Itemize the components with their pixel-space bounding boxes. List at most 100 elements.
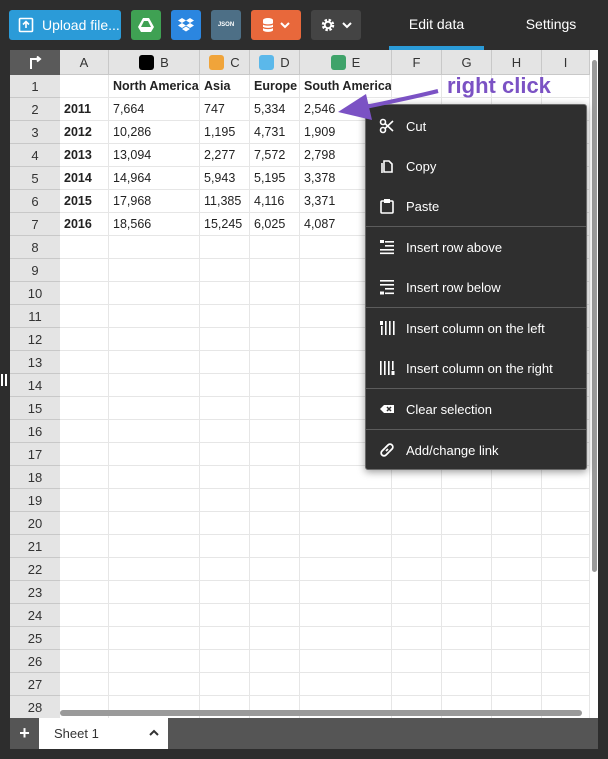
table-cell[interactable] xyxy=(300,673,392,696)
table-cell[interactable] xyxy=(300,604,392,627)
table-cell[interactable]: 11,385 xyxy=(200,190,250,213)
table-cell[interactable] xyxy=(109,604,200,627)
row-header[interactable]: 10 xyxy=(10,282,60,305)
table-cell[interactable] xyxy=(109,535,200,558)
table-cell[interactable] xyxy=(492,512,542,535)
table-cell[interactable] xyxy=(542,650,590,673)
table-cell[interactable] xyxy=(492,673,542,696)
table-cell[interactable]: 4,731 xyxy=(250,121,300,144)
table-cell[interactable] xyxy=(109,374,200,397)
table-cell[interactable] xyxy=(300,535,392,558)
table-cell[interactable] xyxy=(200,673,250,696)
table-cell[interactable] xyxy=(60,374,109,397)
table-cell[interactable] xyxy=(392,604,442,627)
table-cell[interactable] xyxy=(442,581,492,604)
menu-item-insert-column-right[interactable]: Insert column on the right xyxy=(366,350,586,386)
table-cell[interactable] xyxy=(60,397,109,420)
table-cell[interactable] xyxy=(200,581,250,604)
table-cell[interactable]: 2014 xyxy=(60,167,109,190)
column-header-b[interactable]: B xyxy=(109,50,200,75)
row-header[interactable]: 12 xyxy=(10,328,60,351)
table-cell[interactable] xyxy=(392,535,442,558)
row-header[interactable]: 5 xyxy=(10,167,60,190)
table-cell[interactable] xyxy=(60,259,109,282)
table-cell[interactable] xyxy=(200,282,250,305)
table-cell[interactable]: 2012 xyxy=(60,121,109,144)
table-cell[interactable] xyxy=(250,236,300,259)
row-header[interactable]: 14 xyxy=(10,374,60,397)
table-cell[interactable] xyxy=(109,627,200,650)
table-cell[interactable] xyxy=(60,75,109,98)
table-cell[interactable]: 18,566 xyxy=(109,213,200,236)
table-cell[interactable] xyxy=(200,489,250,512)
table-cell[interactable] xyxy=(542,581,590,604)
dropbox-button[interactable] xyxy=(171,10,201,40)
table-cell[interactable] xyxy=(60,650,109,673)
table-cell[interactable]: 5,334 xyxy=(250,98,300,121)
table-cell[interactable] xyxy=(492,581,542,604)
table-cell[interactable] xyxy=(200,650,250,673)
tab-edit-data[interactable]: Edit data xyxy=(389,0,484,50)
table-cell[interactable] xyxy=(250,328,300,351)
table-cell[interactable] xyxy=(200,259,250,282)
series-color-swatch[interactable] xyxy=(139,54,155,70)
table-cell[interactable] xyxy=(109,305,200,328)
tab-settings[interactable]: Settings xyxy=(503,0,599,48)
table-cell[interactable] xyxy=(109,420,200,443)
row-header[interactable]: 24 xyxy=(10,604,60,627)
table-cell[interactable] xyxy=(542,604,590,627)
table-cell[interactable] xyxy=(60,604,109,627)
table-cell[interactable] xyxy=(200,512,250,535)
table-cell[interactable] xyxy=(250,374,300,397)
row-header[interactable]: 8 xyxy=(10,236,60,259)
table-cell[interactable]: 10,286 xyxy=(109,121,200,144)
table-cell[interactable] xyxy=(60,351,109,374)
row-header[interactable]: 7 xyxy=(10,213,60,236)
row-header[interactable]: 1 xyxy=(10,75,60,98)
column-header-f[interactable]: F xyxy=(392,50,442,75)
menu-item-insert-row-above[interactable]: Insert row above xyxy=(366,229,586,265)
google-drive-button[interactable] xyxy=(131,10,161,40)
table-cell[interactable] xyxy=(250,650,300,673)
table-cell[interactable] xyxy=(250,466,300,489)
table-cell[interactable] xyxy=(200,558,250,581)
table-cell[interactable]: 13,094 xyxy=(109,144,200,167)
table-cell[interactable] xyxy=(109,259,200,282)
row-header[interactable]: 11 xyxy=(10,305,60,328)
table-cell[interactable] xyxy=(109,581,200,604)
row-header[interactable]: 16 xyxy=(10,420,60,443)
column-header-i[interactable]: I xyxy=(542,50,590,75)
table-cell[interactable] xyxy=(109,397,200,420)
table-cell[interactable] xyxy=(250,581,300,604)
row-header[interactable]: 13 xyxy=(10,351,60,374)
table-cell[interactable] xyxy=(250,604,300,627)
table-cell[interactable]: 5,195 xyxy=(250,167,300,190)
table-cell[interactable] xyxy=(200,397,250,420)
table-cell[interactable] xyxy=(250,443,300,466)
table-cell[interactable] xyxy=(109,512,200,535)
menu-item-cut[interactable]: Cut xyxy=(366,108,586,144)
table-cell[interactable] xyxy=(200,535,250,558)
table-cell[interactable] xyxy=(60,673,109,696)
table-cell[interactable] xyxy=(200,305,250,328)
table-cell[interactable] xyxy=(492,558,542,581)
table-cell[interactable] xyxy=(392,75,442,98)
panel-resize-handle[interactable] xyxy=(1,374,7,386)
row-header[interactable]: 21 xyxy=(10,535,60,558)
table-cell[interactable] xyxy=(442,627,492,650)
table-cell[interactable]: 5,943 xyxy=(200,167,250,190)
row-header[interactable]: 15 xyxy=(10,397,60,420)
row-header[interactable]: 9 xyxy=(10,259,60,282)
table-cell[interactable]: Europe xyxy=(250,75,300,98)
table-cell[interactable] xyxy=(392,650,442,673)
table-cell[interactable]: 14,964 xyxy=(109,167,200,190)
add-sheet-button[interactable]: + xyxy=(10,718,39,749)
table-cell[interactable] xyxy=(442,650,492,673)
table-cell[interactable]: 4,116 xyxy=(250,190,300,213)
horizontal-scrollbar[interactable] xyxy=(60,708,582,716)
row-header[interactable]: 4 xyxy=(10,144,60,167)
upload-file-button[interactable]: Upload file... xyxy=(9,10,121,40)
json-button[interactable]: JSON xyxy=(211,10,241,40)
table-cell[interactable] xyxy=(109,351,200,374)
table-cell[interactable] xyxy=(542,489,590,512)
